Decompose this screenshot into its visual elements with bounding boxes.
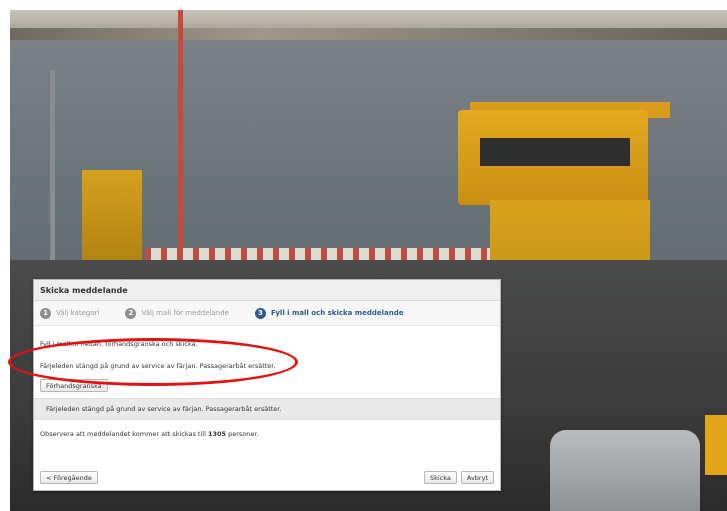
step-number-2: 2 bbox=[125, 307, 137, 319]
road-sign bbox=[705, 415, 727, 475]
send-button[interactable]: Skicka bbox=[423, 471, 457, 484]
dialog-header: Skicka meddelande bbox=[34, 280, 500, 301]
step-choose-category[interactable]: 1 Välj kategori bbox=[40, 307, 100, 319]
recipient-count: 1305 bbox=[207, 430, 227, 438]
car bbox=[550, 430, 700, 511]
step-number-1: 1 bbox=[40, 307, 51, 319]
treeline bbox=[10, 28, 727, 40]
notice-suffix: personer. bbox=[226, 430, 259, 438]
lamp-pole bbox=[50, 70, 55, 270]
step-fill-and-send: 3 Fyll i mall och skicka meddelande bbox=[254, 307, 404, 319]
step-label-1: Välj kategori bbox=[56, 309, 100, 317]
preview-button[interactable]: Förhandsgranska bbox=[40, 379, 108, 392]
mast bbox=[178, 10, 183, 250]
footer-actions: Skicka Avbryt bbox=[423, 471, 494, 484]
notice-prefix: Observera att meddelandet kommer att ski… bbox=[40, 430, 208, 438]
dialog-body: Fyll i mallen nedan, förhandsgranska och… bbox=[34, 326, 500, 440]
instruction-text: Fyll i mallen nedan, förhandsgranska och… bbox=[40, 340, 198, 348]
step-number-3: 3 bbox=[254, 307, 266, 319]
dialog-footer: < Föregående Skicka Avbryt bbox=[40, 471, 494, 484]
preview-text: Färjeleden stängd på grund av service av… bbox=[46, 405, 282, 413]
message-preview: Färjeleden stängd på grund av service av… bbox=[34, 398, 500, 420]
previous-button[interactable]: < Föregående bbox=[40, 471, 98, 484]
recipient-notice: Observera att meddelandet kommer att ski… bbox=[40, 428, 494, 440]
dialog-title: Skicka meddelande bbox=[40, 285, 128, 295]
step-choose-template[interactable]: 2 Välj mall för meddelande bbox=[125, 307, 229, 319]
message-input[interactable]: Färjeleden stängd på grund av service av… bbox=[40, 360, 494, 372]
ferry-windows bbox=[480, 138, 630, 166]
cancel-button[interactable]: Avbryt bbox=[460, 471, 494, 484]
step-label-3: Fyll i mall och skicka meddelande bbox=[270, 309, 404, 317]
step-label-2: Välj mall för meddelande bbox=[141, 309, 229, 317]
send-message-dialog: Skicka meddelande 1 Välj kategori 2 Välj… bbox=[33, 279, 501, 491]
wizard-steps: 1 Välj kategori 2 Välj mall för meddelan… bbox=[34, 301, 500, 326]
